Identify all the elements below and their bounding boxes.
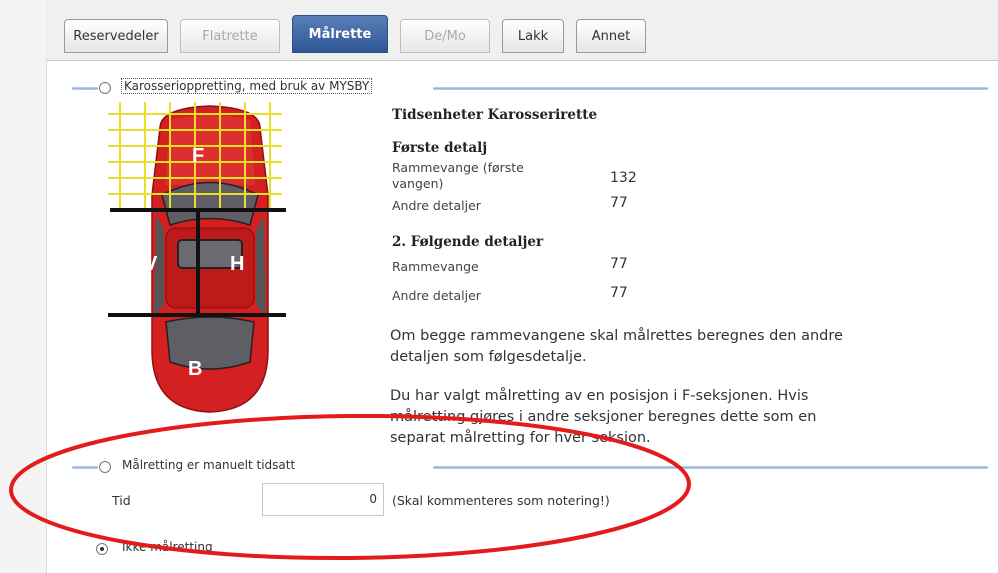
row-label-rammevange-forste: Rammevange (første vangen) [392,160,524,191]
following-details-heading: 2. Følgende detaljer [392,234,544,250]
row-value-andre-detaljer-2: 77 [610,285,628,301]
row-value-rammevange-2: 77 [610,256,628,272]
row-value-andre-detaljer-1: 77 [610,195,628,211]
section-divider [433,87,988,90]
zone-label-left: V [144,253,158,275]
tab-flatrette[interactable]: Flatrette [180,19,280,53]
radio-label-ikke-malretting[interactable]: Ikke målretting [122,540,213,554]
section-divider-left-2 [72,466,98,469]
radio-label-manuelt-tidsatt[interactable]: Målretting er manuelt tidsatt [122,458,295,472]
row-label-andre-detaljer-2: Andre detaljer [392,288,481,303]
zone-label-back: B [188,358,202,380]
section-heading-tidsenheter: Tidsenheter Karosserirette [392,107,598,123]
row-label-rammevange-2: Rammevange [392,259,479,274]
note-f-seksjon: Du har valgt målretting av en posisjon i… [390,388,817,446]
tab-demo[interactable]: De/Mo [400,19,490,53]
tab-reservedeler[interactable]: Reservedeler [64,19,168,53]
zone-label-right: H [230,253,244,275]
app-window: Reservedeler Flatrette Målrette De/Mo La… [0,0,998,573]
section-divider-left [72,87,98,90]
row-value-rammevange-forste: 132 [610,170,637,186]
radio-ikke-malretting[interactable] [96,543,108,555]
row-label-andre-detaljer-1: Andre detaljer [392,198,481,213]
tab-annet[interactable]: Annet [576,19,646,53]
time-label: Tid [112,493,131,508]
radio-label-karosserioppretting[interactable]: Karosserioppretting, med bruk av MYSBY [121,78,373,94]
time-input[interactable]: 0 [262,483,384,516]
tab-malrette[interactable]: Målrette [292,15,388,53]
tab-lakk[interactable]: Lakk [502,19,564,53]
radio-manuelt-tidsatt[interactable] [99,461,111,473]
note-rammevange: Om begge rammevangene skal målrettes ber… [390,328,843,365]
radio-karosserioppretting[interactable] [99,82,111,94]
tab-bar: Reservedeler Flatrette Målrette De/Mo La… [46,0,998,61]
zone-label-front: F [192,145,204,167]
car-section-diagram: F V H B [108,102,286,413]
time-hint: (Skal kommenteres som notering!) [392,493,610,508]
left-panel-edge [0,0,47,573]
section-divider-2 [433,466,988,469]
first-detail-heading: Første detalj [392,140,488,156]
